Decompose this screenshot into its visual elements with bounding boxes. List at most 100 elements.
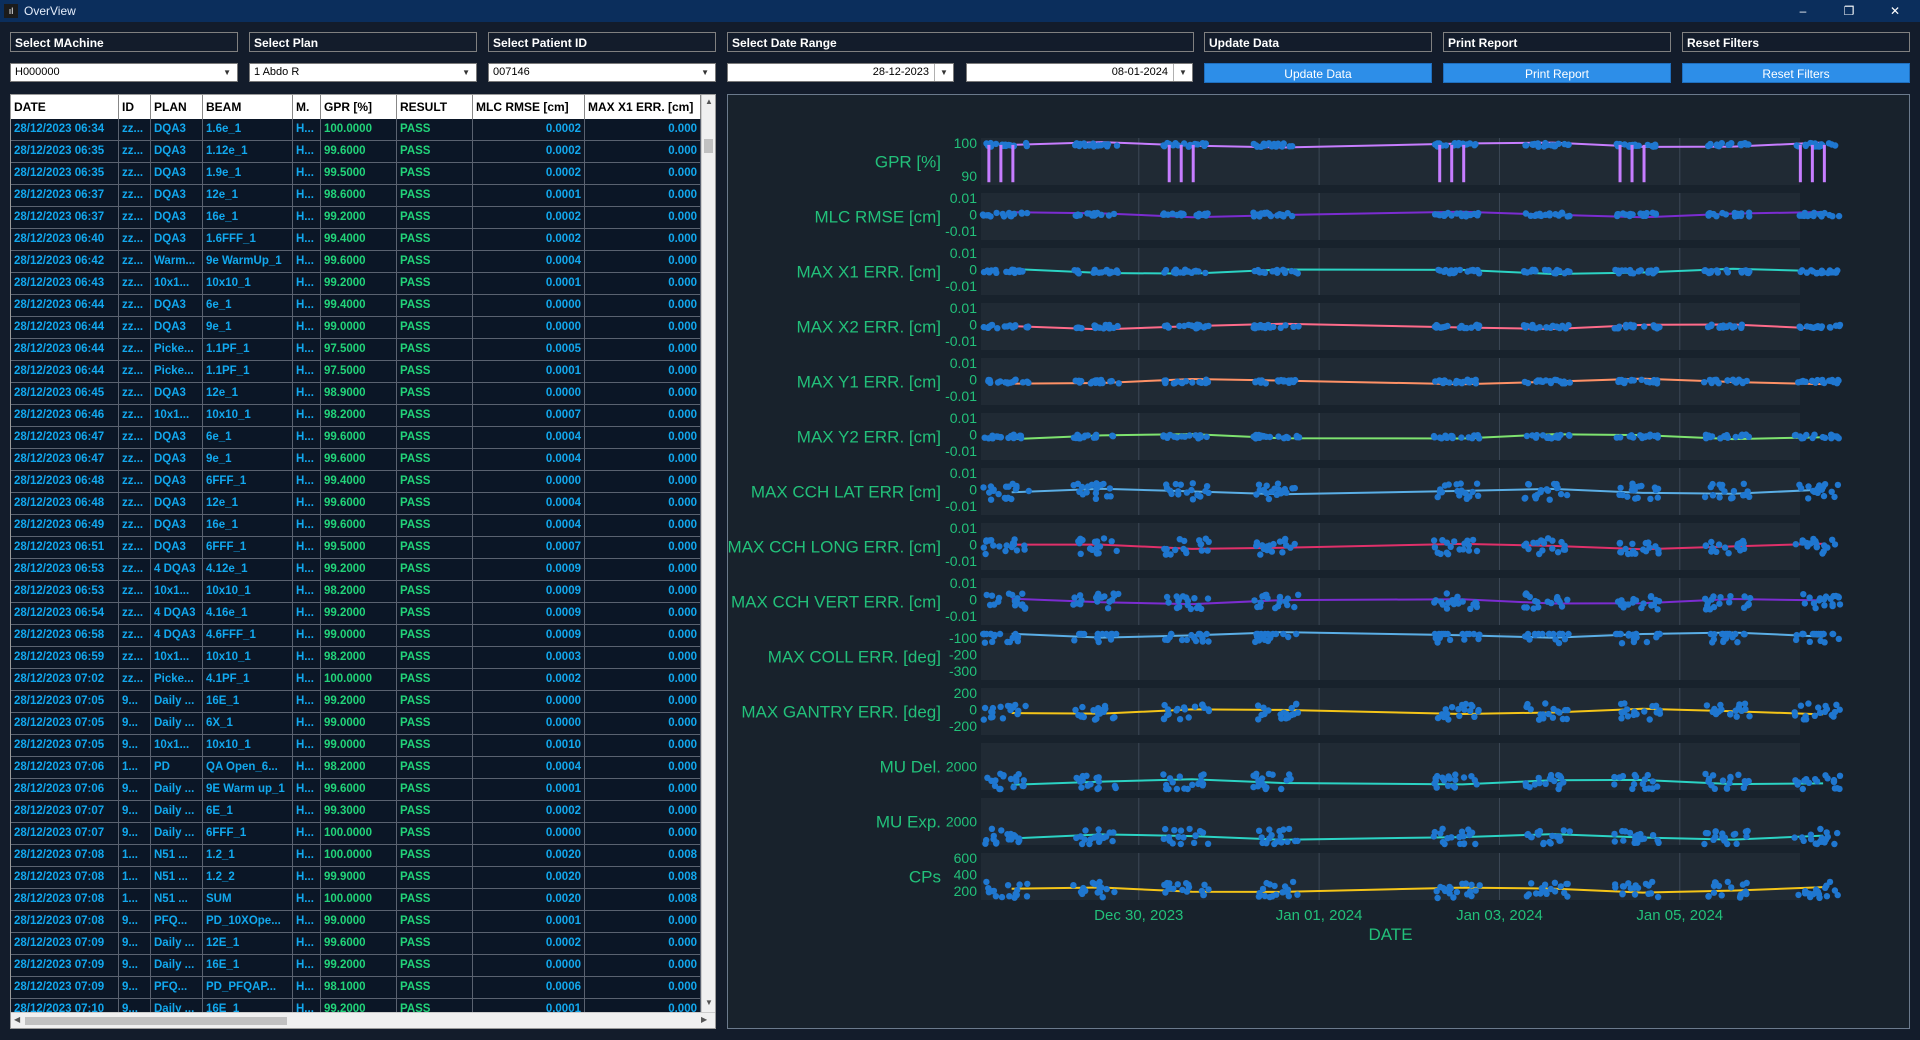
data-point [1173, 604, 1181, 612]
table-row[interactable]: 28/12/2023 07:08 1... N51 ... SUM H... 100.00… [11, 889, 701, 911]
data-point [1547, 774, 1554, 781]
table-row[interactable]: 28/12/2023 06:58 zz... 4 DQA3 4.6FFF_1 H... 9… [11, 625, 701, 647]
cell-gpr: 99.4000 [321, 295, 397, 316]
cell-date: 28/12/2023 07:05 [11, 713, 119, 734]
horizontal-scroll-thumb[interactable] [25, 1017, 287, 1025]
data-point [1703, 702, 1711, 709]
data-point [1110, 590, 1117, 597]
data-point [1461, 706, 1468, 713]
scroll-right-icon[interactable]: ▶ [701, 1015, 707, 1024]
table-row[interactable]: 28/12/2023 06:47 zz... DQA3 9e_1 H... 99.6000… [11, 449, 701, 471]
data-point [1433, 322, 1441, 329]
table-row[interactable]: 28/12/2023 06:40 zz... DQA3 1.6FFF_1 H... 99.… [11, 229, 701, 251]
table-row[interactable]: 28/12/2023 06:37 zz... DQA3 16e_1 H... 99.200… [11, 207, 701, 229]
column-header-beam[interactable]: BEAM [203, 95, 293, 119]
table-row[interactable]: 28/12/2023 06:48 zz... DQA3 12e_1 H... 99.600… [11, 493, 701, 515]
close-button[interactable]: ✕ [1872, 0, 1918, 22]
date-from-picker[interactable]: 28-12-2023 ▼ [727, 63, 954, 82]
table-row[interactable]: 28/12/2023 07:05 9... 10x1... 10x10_1 H... 99… [11, 735, 701, 757]
table-row[interactable]: 28/12/2023 07:05 9... Daily ... 6X_1 H... 99.… [11, 713, 701, 735]
horizontal-scrollbar[interactable]: ◀ ▶ [11, 1012, 715, 1028]
table-row[interactable]: 28/12/2023 07:08 1... N51 ... 1.2_1 H... 100.… [11, 845, 701, 867]
column-header-mlc-rmse[interactable]: MLC RMSE [cm] [473, 95, 585, 119]
table-row[interactable]: 28/12/2023 06:59 zz... 10x1... 10x10_1 H... 9… [11, 647, 701, 669]
scroll-up-icon[interactable]: ▲ [705, 97, 713, 106]
scroll-down-icon[interactable]: ▼ [705, 998, 713, 1007]
data-point [1611, 881, 1619, 888]
cell-date: 28/12/2023 07:08 [11, 911, 119, 932]
table-row[interactable]: 28/12/2023 07:07 9... Daily ... 6FFF_1 H... 1… [11, 823, 701, 845]
table-row[interactable]: 28/12/2023 07:09 9... PFQ... PD_PFQAP... H..… [11, 977, 701, 999]
table-row[interactable]: 28/12/2023 06:47 zz... DQA3 6e_1 H... 99.6000… [11, 427, 701, 449]
data-point [1617, 268, 1624, 275]
table-row[interactable]: 28/12/2023 06:44 zz... Picke... 1.1PF_1 H...… [11, 339, 701, 361]
column-header-result[interactable]: RESULT [397, 95, 473, 119]
data-point [1831, 433, 1838, 440]
table-row[interactable]: 28/12/2023 07:06 9... Daily ... 9E Warm up_… [11, 779, 701, 801]
data-point [1445, 599, 1452, 606]
table-row[interactable]: 28/12/2023 07:05 9... Daily ... 16E_1 H... 99… [11, 691, 701, 713]
data-point [1111, 888, 1118, 896]
column-header-gpr[interactable]: GPR [%] [321, 95, 397, 119]
table-row[interactable]: 28/12/2023 06:51 zz... DQA3 6FFF_1 H... 99.50… [11, 537, 701, 559]
table-row[interactable]: 28/12/2023 06:44 zz... DQA3 9e_1 H... 99.0000… [11, 317, 701, 339]
table-row[interactable]: 28/12/2023 06:49 zz... DQA3 16e_1 H... 99.600… [11, 515, 701, 537]
table-row[interactable]: 28/12/2023 07:10 9... Daily ... 16E_1 H... 99… [11, 999, 701, 1012]
print-report-button[interactable]: Print Report [1443, 63, 1671, 83]
table-row[interactable]: 28/12/2023 06:45 zz... DQA3 12e_1 H... 98.900… [11, 383, 701, 405]
table-row[interactable]: 28/12/2023 07:09 9... Daily ... 16E_1 H... 99… [11, 955, 701, 977]
calendar-dropdown-icon[interactable]: ▼ [934, 64, 953, 81]
data-point [1274, 480, 1282, 487]
data-point [1070, 882, 1077, 889]
patient-id-select[interactable]: 007146 ▼ [488, 63, 716, 82]
column-header-date[interactable]: DATE [11, 95, 119, 119]
data-point [1834, 785, 1841, 792]
data-point [1431, 434, 1438, 441]
update-data-button[interactable]: Update Data [1204, 63, 1432, 83]
minimize-button[interactable]: – [1780, 0, 1826, 22]
vertical-scrollbar[interactable]: ▲ ▼ [701, 95, 715, 1012]
table-row[interactable]: 28/12/2023 07:07 9... Daily ... 6E_1 H... 99.… [11, 801, 701, 823]
table-row[interactable]: 28/12/2023 06:53 zz... 10x1... 10x10_1 H... 9… [11, 581, 701, 603]
table-row[interactable]: 28/12/2023 06:42 zz... Warm... 9e WarmUp_1 H… [11, 251, 701, 273]
table-row[interactable]: 28/12/2023 07:09 9... Daily ... 12E_1 H... 99… [11, 933, 701, 955]
vertical-scroll-thumb[interactable] [704, 139, 713, 153]
data-point [992, 840, 1000, 847]
reset-filters-button[interactable]: Reset Filters [1682, 63, 1910, 83]
table-row[interactable]: 28/12/2023 06:48 zz... DQA3 6FFF_1 H... 99.40… [11, 471, 701, 493]
data-point [1258, 377, 1265, 384]
cell-id: zz... [119, 449, 151, 470]
column-header-id[interactable]: ID [119, 95, 151, 119]
date-to-picker[interactable]: 08-01-2024 ▼ [966, 63, 1193, 82]
table-row[interactable]: 28/12/2023 07:02 zz... Picke... 4.1PF_1 H...… [11, 669, 701, 691]
scroll-left-icon[interactable]: ◀ [14, 1015, 20, 1024]
table-row[interactable]: 28/12/2023 06:35 zz... DQA3 1.12e_1 H... 99.6… [11, 141, 701, 163]
table-row[interactable]: 28/12/2023 07:06 1... PD QA Open_6... H... 98… [11, 757, 701, 779]
calendar-dropdown-icon[interactable]: ▼ [1173, 64, 1192, 81]
data-point [1628, 433, 1636, 441]
table-row[interactable]: 28/12/2023 06:37 zz... DQA3 12e_1 H... 98.600… [11, 185, 701, 207]
table-row[interactable]: 28/12/2023 06:35 zz... DQA3 1.9e_1 H... 99.50… [11, 163, 701, 185]
table-row[interactable]: 28/12/2023 07:08 1... N51 ... 1.2_2 H... 99.9… [11, 867, 701, 889]
column-header-plan[interactable]: PLAN [151, 95, 203, 119]
restore-button[interactable]: ❐ [1826, 0, 1872, 22]
column-header-max-x1-err[interactable]: MAX X1 ERR. [cm] [585, 95, 701, 119]
data-point [1629, 548, 1637, 555]
data-point [1631, 891, 1639, 898]
table-row[interactable]: 28/12/2023 06:46 zz... 10x1... 10x10_1 H... 9… [11, 405, 701, 427]
data-point [1472, 380, 1480, 387]
data-point [1181, 706, 1189, 713]
plan-select[interactable]: 1 Abdo R ▼ [249, 63, 477, 82]
table-row[interactable]: 28/12/2023 06:44 zz... Picke... 1.1PF_1 H...… [11, 361, 701, 383]
table-row[interactable]: 28/12/2023 06:54 zz... 4 DQA3 4.16e_1 H... 99… [11, 603, 701, 625]
column-header-machine[interactable]: M. [293, 95, 321, 119]
machine-select[interactable]: H000000 ▼ [10, 63, 238, 82]
table-row[interactable]: 28/12/2023 06:43 zz... 10x1... 10x10_1 H... 9… [11, 273, 701, 295]
data-point [1736, 701, 1743, 708]
data-point [1545, 267, 1552, 274]
table-row[interactable]: 28/12/2023 07:08 9... PFQ... PD_10XOpe... H.… [11, 911, 701, 933]
table-row[interactable]: 28/12/2023 06:53 zz... 4 DQA3 4.12e_1 H... 99… [11, 559, 701, 581]
table-row[interactable]: 28/12/2023 06:44 zz... DQA3 6e_1 H... 99.4000… [11, 295, 701, 317]
table-row[interactable]: 28/12/2023 06:34 zz... DQA3 1.6e_1 H... 100.0… [11, 119, 701, 141]
data-point [1729, 634, 1736, 641]
